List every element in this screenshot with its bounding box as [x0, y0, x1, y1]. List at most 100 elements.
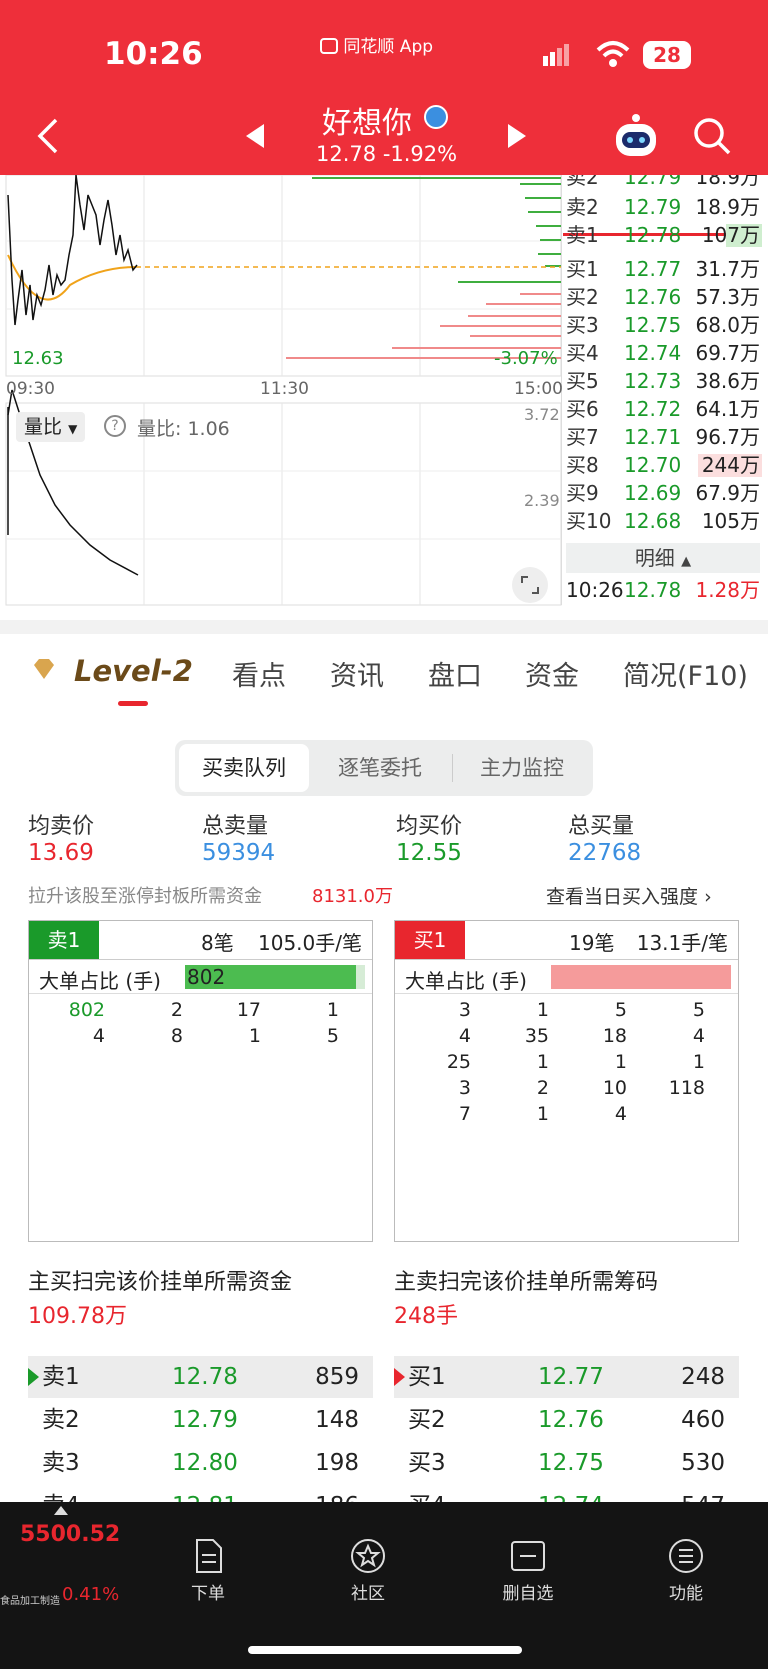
ask-level-row[interactable]: 卖2 12.79 148 [28, 1399, 373, 1441]
back-icon[interactable] [36, 118, 60, 154]
order-book-bid-row[interactable]: 买2 12.76 57.3万 [566, 283, 762, 312]
nav-remove-watchlist[interactable]: 删自选 [468, 1538, 588, 1604]
buy-strength-link[interactable]: 查看当日买入强度 › [546, 882, 712, 909]
sweep-sell-value: 248手 [394, 1304, 458, 1329]
queue-cell: 8 [170, 1025, 183, 1047]
detail-button[interactable]: 明细 ▲ [566, 543, 760, 573]
index-name: 食品加工制造 [0, 1596, 60, 1607]
nav-functions-label: 功能 [669, 1584, 703, 1604]
bid-price: 12.69 [624, 481, 682, 505]
order-book-ask-row[interactable]: 卖2 12.79 18.9万 [566, 193, 762, 222]
queue-cell: 4 [458, 1025, 471, 1047]
chevron-down-icon: ▼ [68, 422, 78, 436]
app-badge: 同花顺 App [320, 32, 433, 57]
ask-volume: 107万 [701, 223, 760, 247]
bid-volume: 69.7万 [695, 341, 760, 365]
expand-up-icon[interactable] [54, 1506, 68, 1515]
section-divider [0, 620, 768, 634]
robot-assistant-icon[interactable] [612, 112, 660, 158]
avg-sell-label: 均卖价 [28, 814, 95, 839]
bid-level-row[interactable]: 买3 12.75 530 [394, 1442, 739, 1484]
nav-functions[interactable]: 功能 [626, 1538, 746, 1604]
bid-volume: 38.6万 [695, 369, 760, 393]
intraday-chart-area: 12.63 -3.07% 09:30 11:30 15:00 量比 ▼ ? 量比… [0, 175, 768, 615]
sell-ratio-bar: 802 [185, 965, 365, 989]
level-volume: 460 [681, 1407, 725, 1433]
level-price: 12.78 [172, 1364, 238, 1390]
subtab-tick-orders[interactable]: 逐笔委托 [315, 744, 445, 792]
queue-cell: 4 [92, 1025, 105, 1047]
order-book-bid-row[interactable]: 买3 12.75 68.0万 [566, 311, 762, 340]
index-value[interactable]: 5500.52 [20, 1522, 120, 1547]
order-book-ask-row[interactable]: 卖2 12.79 18.9万 [566, 175, 762, 192]
order-book-bid-row[interactable]: 买4 12.74 69.7万 [566, 339, 762, 368]
order-book-bid-row[interactable]: 买7 12.71 96.7万 [566, 423, 762, 452]
tab-level2[interactable]: Level-2 [74, 654, 193, 688]
level-name: 买3 [408, 1450, 446, 1476]
tab-news[interactable]: 资讯 [330, 654, 384, 693]
index-change: 0.41% [62, 1584, 120, 1605]
level-name: 买2 [408, 1407, 446, 1433]
next-stock-icon[interactable] [506, 124, 528, 148]
sell-queue-avg: 105.0手/笔 [258, 931, 362, 955]
last-trade-time: 10:26 [566, 578, 624, 602]
level-volume: 859 [315, 1364, 359, 1390]
subtab-order-queue[interactable]: 买卖队列 [179, 744, 309, 792]
nav-order[interactable]: 下单 [148, 1538, 268, 1604]
queue-cell: 1 [536, 1103, 549, 1125]
nav-community[interactable]: 社区 [308, 1538, 428, 1604]
buy-ratio-label: 大单占比 (手) [405, 969, 527, 993]
help-icon[interactable]: ? [104, 415, 126, 437]
subtab-divider [452, 754, 453, 782]
sell-ratio-value: 802 [187, 965, 226, 989]
queue-cell: 3 [458, 1077, 471, 1099]
fullscreen-icon[interactable] [512, 567, 548, 603]
queue-cell: 2 [170, 999, 183, 1021]
ask-level-row[interactable]: 卖3 12.80 198 [28, 1442, 373, 1484]
volume-ratio-value: 量比: 1.06 [137, 418, 230, 440]
level-price: 12.76 [538, 1407, 604, 1433]
level-volume: 198 [315, 1450, 359, 1476]
order-book-bid-row[interactable]: 买5 12.73 38.6万 [566, 367, 762, 396]
level-name: 卖3 [42, 1450, 80, 1476]
queue-cell: 1 [248, 1025, 261, 1047]
level-name: 卖1 [42, 1364, 80, 1390]
bid-price: 12.73 [624, 369, 682, 393]
order-book-bid-row[interactable]: 买1 12.77 31.7万 [566, 255, 762, 284]
order-book-ask-row[interactable]: 卖1 12.78 107万 [566, 221, 762, 250]
order-book-bid-row[interactable]: 买10 12.68 105万 [566, 507, 762, 536]
queue-cell: 4 [614, 1103, 627, 1125]
header-change: -1.92% [382, 142, 458, 166]
last-trade-row: 10:26 12.78 1.28万 [566, 577, 762, 603]
bid-level-row[interactable]: 买1 12.77 248 [394, 1356, 739, 1398]
buy-ratio-fill [551, 965, 731, 989]
order-book-bid-row[interactable]: 买9 12.69 67.9万 [566, 479, 762, 508]
tab-quote[interactable]: 盘口 [428, 654, 482, 693]
queue-cell: 4 [692, 1025, 705, 1047]
search-icon[interactable] [692, 116, 732, 156]
tab-funds[interactable]: 资金 [525, 654, 579, 693]
buy-queue-table: 买1 19笔 13.1手/笔 大单占比 (手) 3 1 5 5 4 35 18 4 25 1 1 1 3… [394, 920, 739, 1242]
indicator-selector[interactable]: 量比 ▼ [16, 412, 86, 442]
ask-level-row[interactable]: 卖1 12.78 859 [28, 1356, 373, 1398]
level-name: 买1 [408, 1364, 446, 1390]
status-time: 10:26 [104, 36, 203, 72]
prev-stock-icon[interactable] [244, 124, 266, 148]
bid-level-row[interactable]: 买2 12.76 460 [394, 1399, 739, 1441]
bid-price: 12.75 [624, 313, 682, 337]
bid-price: 12.74 [624, 341, 682, 365]
total-sell-label: 总卖量 [202, 814, 269, 839]
bid-price: 12.70 [624, 453, 682, 477]
tab-profile[interactable]: 简况(F10) [623, 654, 748, 693]
order-book-bid-row[interactable]: 买6 12.72 64.1万 [566, 395, 762, 424]
order-book-bid-row[interactable]: 买8 12.70 244万 [566, 451, 762, 480]
bid-name: 买9 [566, 481, 599, 505]
home-indicator [248, 1646, 522, 1654]
bid-name: 买8 [566, 453, 599, 477]
sell-queue-table: 卖1 8笔 105.0手/笔 大单占比 (手) 802 802 2 17 1 4 8 1 5 [28, 920, 373, 1242]
queue-cell: 2 [536, 1077, 549, 1099]
queue-cell: 5 [692, 999, 705, 1021]
subtab-main-monitor[interactable]: 主力监控 [455, 744, 589, 792]
tab-highlights[interactable]: 看点 [232, 654, 286, 693]
buy-queue-avg: 13.1手/笔 [636, 931, 728, 955]
